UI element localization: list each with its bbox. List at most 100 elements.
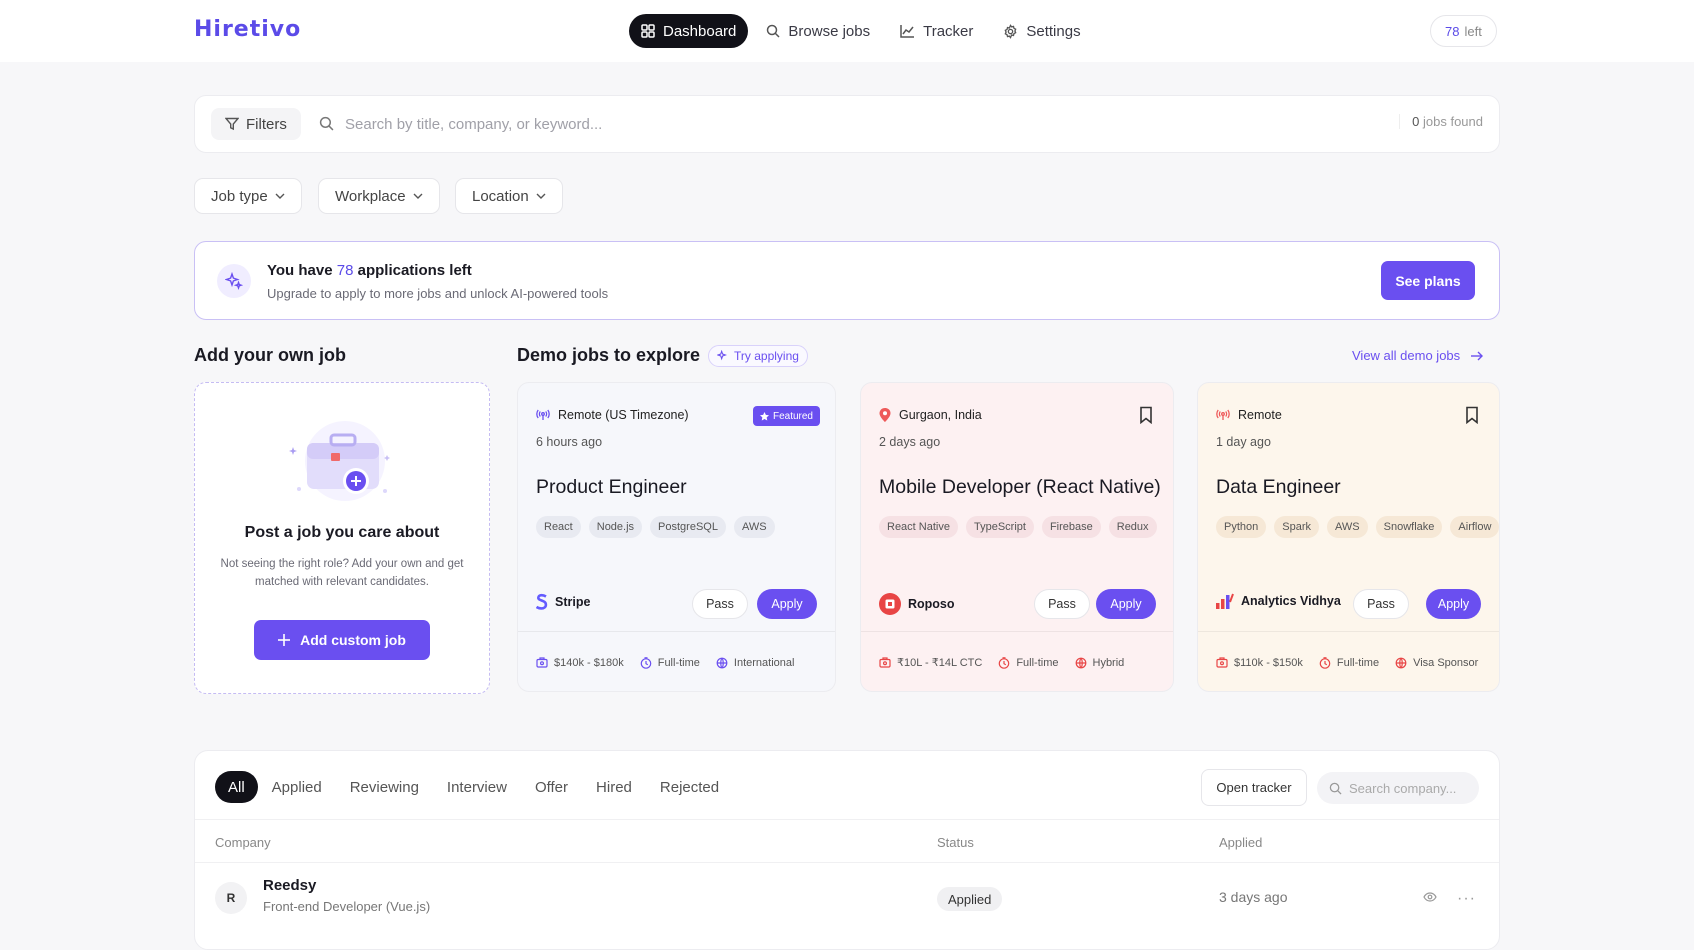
nav-tracker[interactable]: Tracker <box>888 14 985 48</box>
skill-tag: Node.js <box>588 516 643 538</box>
nav-dashboard-label: Dashboard <box>663 22 737 40</box>
search-bar: Filters 0 jobs found <box>194 95 1500 153</box>
money-icon <box>1216 657 1228 668</box>
pass-button[interactable]: Pass <box>1353 589 1409 619</box>
sparkle-icon <box>717 350 727 361</box>
table-row[interactable]: R Reedsy Front-end Developer (Vue.js) Ap… <box>195 863 1499 933</box>
bookmark-icon[interactable] <box>1465 406 1479 424</box>
bookmark-icon[interactable] <box>1139 406 1153 424</box>
tab-applied[interactable]: Applied <box>258 771 336 803</box>
job-posted-ago: 2 days ago <box>879 435 941 449</box>
skill-tag: AWS <box>1327 516 1368 538</box>
apply-button[interactable]: Apply <box>1096 589 1156 619</box>
pass-button[interactable]: Pass <box>1034 589 1090 619</box>
company-search[interactable] <box>1317 772 1479 804</box>
job-extra: Hybrid <box>1092 656 1125 669</box>
company-name: Analytics Vidhya <box>1241 594 1341 608</box>
remote-signal-icon <box>536 409 550 420</box>
globe-icon <box>1395 657 1407 668</box>
skill-tag: React Native <box>879 516 958 538</box>
skill-tag: Python <box>1216 516 1267 538</box>
filters-button[interactable]: Filters <box>211 108 301 140</box>
tab-offer[interactable]: Offer <box>521 771 582 803</box>
row-applied-date: 3 days ago <box>1219 889 1288 905</box>
job-location-label: Gurgaon, India <box>899 408 982 422</box>
nav-browse-jobs[interactable]: Browse jobs <box>754 14 882 48</box>
add-custom-job-button[interactable]: Add custom job <box>254 620 430 660</box>
demo-job-card[interactable]: Remote (US Timezone) Featured 6 hours ag… <box>517 382 836 692</box>
job-location: Remote <box>1216 408 1282 422</box>
job-location: Gurgaon, India <box>879 408 982 422</box>
try-applying-label: Try applying <box>734 349 799 363</box>
job-meta: ₹10L - ₹14L CTC Full-time Hybrid <box>861 631 1173 691</box>
job-type-label: Job type <box>211 187 268 205</box>
jobs-found-count: 0 jobs found <box>1399 114 1483 129</box>
job-type: Full-time <box>657 656 700 669</box>
demo-jobs-heading: Demo jobs to explore <box>517 345 701 365</box>
tab-interview[interactable]: Interview <box>433 771 521 803</box>
clock-icon <box>1319 656 1331 669</box>
apply-button[interactable]: Apply <box>757 589 817 619</box>
banner-subtitle: Upgrade to apply to more jobs and unlock… <box>267 286 609 301</box>
tab-all[interactable]: All <box>215 771 258 803</box>
col-company: Company <box>215 835 271 850</box>
featured-badge: Featured <box>752 406 820 426</box>
filters-label: Filters <box>246 115 287 133</box>
company-name: Roposo <box>908 597 955 611</box>
nav-settings[interactable]: Settings <box>991 14 1092 48</box>
briefcase-illustration-icon <box>289 421 390 501</box>
banner-title: You have 78 applications left <box>267 262 472 279</box>
row-role: Front-end Developer (Vue.js) <box>263 899 431 914</box>
credits-badge[interactable]: 78 left <box>1430 15 1497 47</box>
job-type-dropdown[interactable]: Job type <box>194 178 302 214</box>
nav-browse-jobs-label: Browse jobs <box>788 22 871 40</box>
banner-count: 78 <box>336 262 354 279</box>
demo-job-card[interactable]: Remote 1 day ago Data Engineer Python Sp… <box>1197 382 1500 692</box>
job-extra: Visa Sponsor <box>1413 656 1479 669</box>
see-plans-button[interactable]: See plans <box>1381 261 1475 300</box>
job-tags: Python Spark AWS Snowflake Airflow <box>1216 516 1499 538</box>
own-job-subtitle: Not seeing the right role? Add your own … <box>220 558 464 588</box>
eye-icon[interactable] <box>1423 892 1437 902</box>
salary: $140k - $180k <box>554 656 624 669</box>
company: Stripe <box>536 593 590 610</box>
plus-icon <box>278 634 291 646</box>
nav-dashboard[interactable]: Dashboard <box>629 14 749 48</box>
tab-reviewing[interactable]: Reviewing <box>336 771 433 803</box>
chevron-down-icon <box>275 193 285 199</box>
view-all-demo-jobs-link[interactable]: View all demo jobs <box>1352 348 1484 363</box>
more-options-icon[interactable]: ··· <box>1457 890 1476 908</box>
jobs-found-label: jobs found <box>1423 114 1483 129</box>
skill-tag: Snowflake <box>1375 516 1443 538</box>
chart-line-icon <box>900 25 915 38</box>
filter-icon <box>225 117 239 131</box>
search-icon <box>319 116 334 131</box>
pass-button[interactable]: Pass <box>692 589 748 619</box>
company-name: Stripe <box>555 594 591 609</box>
search-input[interactable] <box>345 108 1145 140</box>
star-icon <box>759 411 769 421</box>
status-tabs: All Applied Reviewing Interview Offer Hi… <box>215 771 733 803</box>
workplace-label: Workplace <box>335 187 406 205</box>
nav-tracker-label: Tracker <box>923 22 974 40</box>
tab-hired[interactable]: Hired <box>582 771 646 803</box>
demo-job-card[interactable]: Gurgaon, India 2 days ago Mobile Develop… <box>860 382 1174 692</box>
add-own-job-card: Post a job you care about Not seeing the… <box>194 382 490 694</box>
job-posted-ago: 6 hours ago <box>536 435 603 449</box>
workplace-dropdown[interactable]: Workplace <box>318 178 440 214</box>
map-pin-icon <box>879 408 891 422</box>
location-dropdown[interactable]: Location <box>455 178 563 214</box>
featured-label: Featured <box>772 410 813 422</box>
row-company-name: Reedsy <box>263 877 317 894</box>
search-icon <box>1329 782 1342 795</box>
brand-logo[interactable]: Hiretivo <box>194 17 301 42</box>
open-tracker-button[interactable]: Open tracker <box>1201 769 1307 806</box>
job-location: Remote (US Timezone) <box>536 408 689 422</box>
job-title: Mobile Developer (React Native) <box>879 476 1161 498</box>
apply-button[interactable]: Apply <box>1426 589 1481 619</box>
company-search-input[interactable] <box>1349 780 1469 796</box>
job-location-label: Remote <box>1238 408 1282 422</box>
skill-tag: Redux <box>1108 516 1157 538</box>
tab-rejected[interactable]: Rejected <box>646 771 733 803</box>
skill-tag: PostgreSQL <box>650 516 726 538</box>
